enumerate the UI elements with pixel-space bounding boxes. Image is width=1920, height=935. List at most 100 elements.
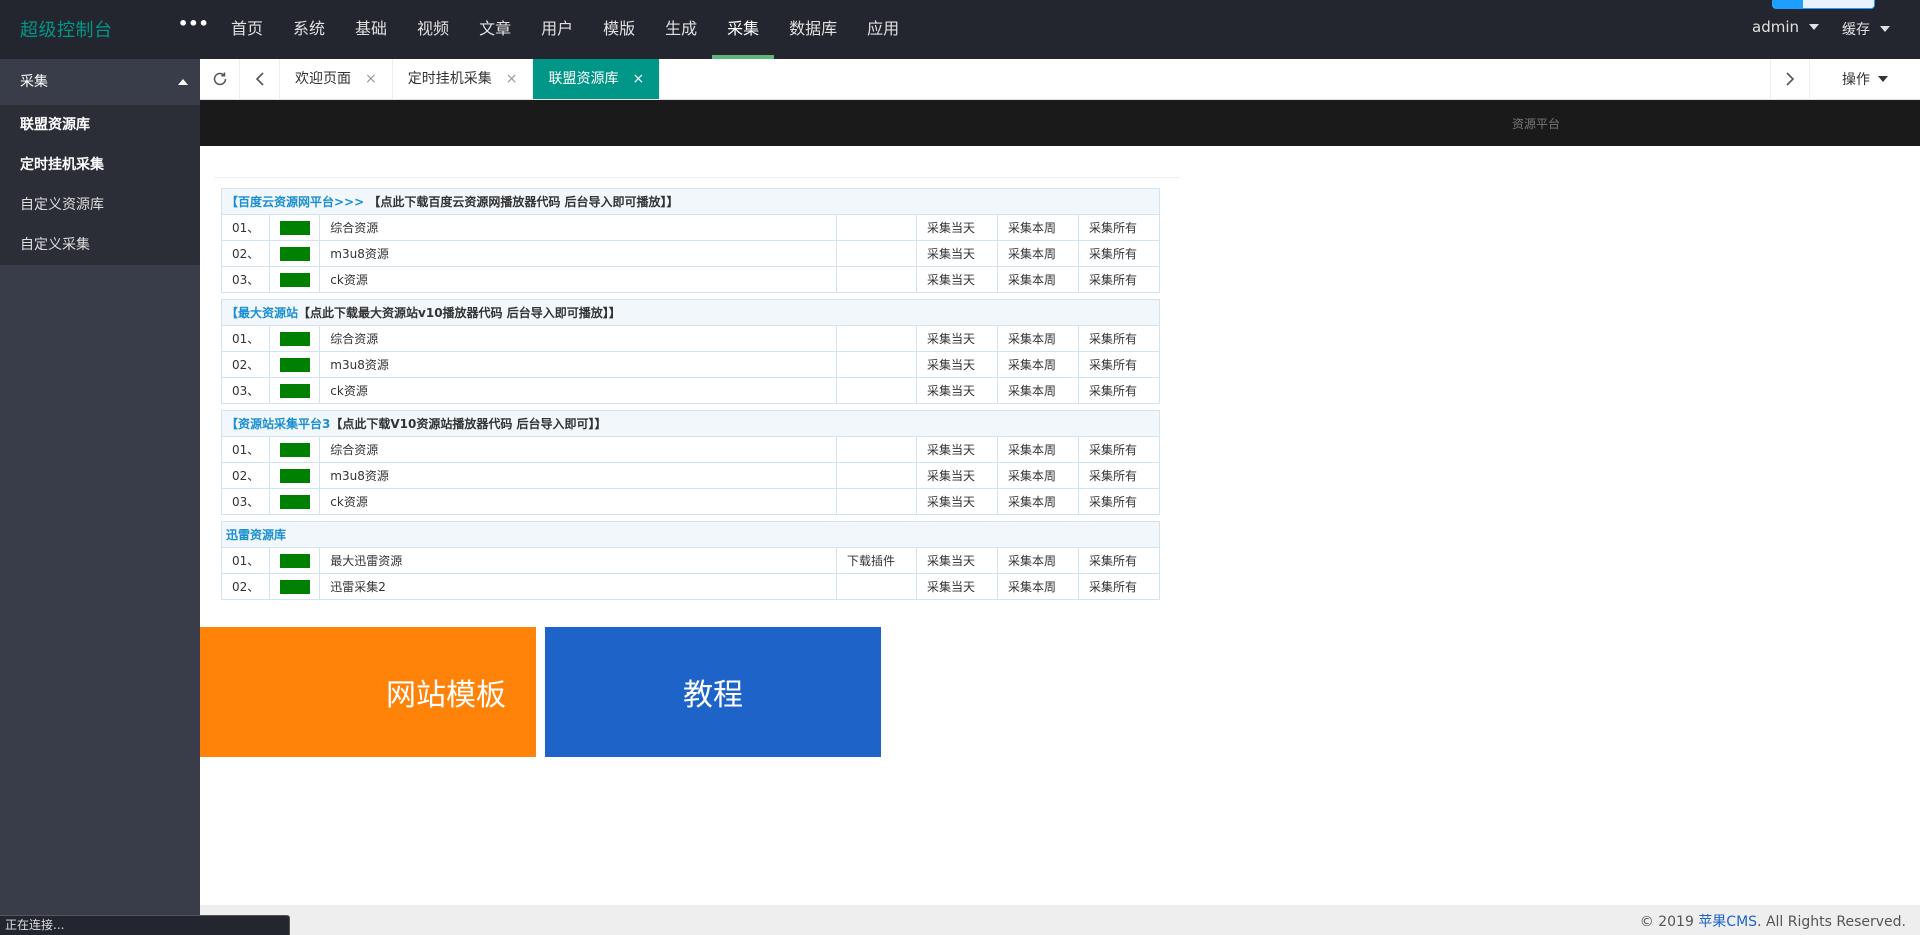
- collect-week-button[interactable]: 采集本周: [996, 436, 1079, 463]
- nav-item-6[interactable]: 模版: [588, 0, 650, 59]
- download-plugin-link[interactable]: [836, 573, 917, 600]
- nav-item-10[interactable]: 应用: [852, 0, 914, 59]
- resource-group-link[interactable]: 【百度云资源网平台>>>: [226, 195, 364, 209]
- nav-item-7[interactable]: 生成: [650, 0, 712, 59]
- sidebar-group-collect[interactable]: 采集: [0, 59, 200, 105]
- collect-week-button[interactable]: 采集本周: [996, 573, 1079, 600]
- collect-today-button[interactable]: 采集当天: [916, 573, 998, 600]
- nav-item-2[interactable]: 基础: [340, 0, 402, 59]
- user-name: admin: [1752, 18, 1799, 36]
- sidebar-item-timed-collect[interactable]: 定时挂机采集: [0, 145, 200, 185]
- download-plugin-link[interactable]: [836, 351, 917, 378]
- resource-platform-label: 资源平台: [1512, 117, 1561, 131]
- resource-name[interactable]: ck资源: [319, 266, 838, 293]
- promo-tutorial[interactable]: 教程: [545, 627, 881, 757]
- cache-menu[interactable]: 缓存: [1842, 19, 1890, 39]
- collect-all-button[interactable]: 采集所有: [1077, 547, 1161, 574]
- top-notice-badge[interactable]: [1772, 0, 1875, 9]
- nav-item-4[interactable]: 文章: [464, 0, 526, 59]
- nav-item-5[interactable]: 用户: [526, 0, 588, 59]
- collect-all-button[interactable]: 采集所有: [1077, 377, 1161, 404]
- collect-today-button[interactable]: 采集当天: [916, 266, 998, 293]
- sidebar-item-custom-collect[interactable]: 自定义采集: [0, 225, 200, 265]
- collect-week-button[interactable]: 采集本周: [996, 351, 1079, 378]
- download-plugin-link[interactable]: [836, 240, 917, 267]
- resource-name[interactable]: ck资源: [319, 488, 838, 515]
- collect-all-button[interactable]: 采集所有: [1077, 325, 1161, 352]
- nav-item-9[interactable]: 数据库: [774, 0, 852, 59]
- user-menu[interactable]: admin: [1752, 18, 1819, 36]
- collect-all-button[interactable]: 采集所有: [1077, 573, 1161, 600]
- resource-name[interactable]: ck资源: [319, 377, 838, 404]
- close-icon[interactable]: ×: [506, 59, 518, 99]
- resource-name[interactable]: m3u8资源: [319, 351, 838, 378]
- collect-today-button[interactable]: 采集当天: [916, 488, 998, 515]
- sidebar-item-union-resource[interactable]: 联盟资源库: [0, 105, 200, 145]
- collect-all-button[interactable]: 采集所有: [1077, 488, 1161, 515]
- resource-name[interactable]: 综合资源: [319, 325, 838, 352]
- download-plugin-link[interactable]: [836, 214, 917, 241]
- collect-all-button[interactable]: 采集所有: [1077, 462, 1161, 489]
- tab-welcome[interactable]: 欢迎页面 ×: [280, 59, 393, 99]
- collect-week-button[interactable]: 采集本周: [996, 214, 1079, 241]
- resource-name[interactable]: 最大迅雷资源: [319, 547, 838, 574]
- resource-name[interactable]: 迅雷采集2: [319, 573, 838, 600]
- close-icon[interactable]: ×: [365, 59, 377, 99]
- tab-operations-menu[interactable]: 操作: [1810, 59, 1920, 99]
- download-plugin-link[interactable]: [836, 462, 917, 489]
- collect-all-button[interactable]: 采集所有: [1077, 436, 1161, 463]
- download-plugin-link[interactable]: [836, 436, 917, 463]
- app-logo[interactable]: 超级控制台: [20, 16, 113, 42]
- nav-item-8[interactable]: 采集: [712, 0, 775, 59]
- nav-item-3[interactable]: 视频: [402, 0, 464, 59]
- nav-item-1[interactable]: 系统: [278, 0, 340, 59]
- collect-week-button[interactable]: 采集本周: [996, 240, 1079, 267]
- close-icon[interactable]: ×: [632, 59, 644, 99]
- resource-group-link[interactable]: 【资源站采集平台3: [226, 417, 330, 431]
- collect-all-button[interactable]: 采集所有: [1077, 266, 1161, 293]
- collect-all-button[interactable]: 采集所有: [1077, 351, 1161, 378]
- collect-today-button[interactable]: 采集当天: [916, 214, 998, 241]
- collect-week-button[interactable]: 采集本周: [996, 462, 1079, 489]
- sidebar-item-custom-resource[interactable]: 自定义资源库: [0, 185, 200, 225]
- tabs-next-button[interactable]: [1770, 59, 1810, 99]
- collect-today-button[interactable]: 采集当天: [916, 325, 998, 352]
- resource-name[interactable]: 综合资源: [319, 214, 838, 241]
- resource-name[interactable]: 综合资源: [319, 436, 838, 463]
- collect-today-button[interactable]: 采集当天: [916, 240, 998, 267]
- tabs-prev-button[interactable]: [240, 59, 280, 99]
- collect-week-button[interactable]: 采集本周: [996, 488, 1079, 515]
- download-plugin-link[interactable]: [836, 377, 917, 404]
- download-plugin-link[interactable]: [836, 266, 917, 293]
- collect-today-button[interactable]: 采集当天: [916, 462, 998, 489]
- collect-today-button[interactable]: 采集当天: [916, 547, 998, 574]
- resource-name[interactable]: m3u8资源: [319, 462, 838, 489]
- resource-group-link[interactable]: 【最大资源站: [226, 306, 298, 320]
- download-plugin-link[interactable]: [836, 325, 917, 352]
- collect-today-button[interactable]: 采集当天: [916, 351, 998, 378]
- download-plugin-link[interactable]: [836, 488, 917, 515]
- collect-all-button[interactable]: 采集所有: [1077, 214, 1161, 241]
- resource-group-download-link[interactable]: 【点此下载最大资源站v10播放器代码 后台导入即可播放】】: [298, 306, 621, 320]
- resource-group-header-cell: 【最大资源站【点此下载最大资源站v10播放器代码 后台导入即可播放】】: [221, 299, 1160, 326]
- collect-week-button[interactable]: 采集本周: [996, 377, 1079, 404]
- sidebar: 采集 联盟资源库 定时挂机采集 自定义资源库 自定义采集: [0, 59, 200, 935]
- collect-week-button[interactable]: 采集本周: [996, 266, 1079, 293]
- resource-name[interactable]: m3u8资源: [319, 240, 838, 267]
- tab-timed-collect[interactable]: 定时挂机采集 ×: [393, 59, 534, 99]
- promo-site-template[interactable]: 网站模板: [200, 627, 536, 757]
- resource-group-link[interactable]: 迅雷资源库: [226, 528, 286, 542]
- download-plugin-link[interactable]: 下载插件: [836, 547, 917, 574]
- tab-union-resource[interactable]: 联盟资源库 ×: [533, 59, 661, 99]
- refresh-button[interactable]: [200, 59, 240, 99]
- resource-group-download-link[interactable]: 【点此下载V10资源站播放器代码 后台导入即可】】: [330, 417, 606, 431]
- collect-week-button[interactable]: 采集本周: [996, 325, 1079, 352]
- maccms-link[interactable]: 苹果CMS: [1698, 914, 1757, 930]
- collect-today-button[interactable]: 采集当天: [916, 377, 998, 404]
- nav-item-0[interactable]: 首页: [216, 0, 278, 59]
- collect-today-button[interactable]: 采集当天: [916, 436, 998, 463]
- collect-all-button[interactable]: 采集所有: [1077, 240, 1161, 267]
- more-menu-button[interactable]: •••: [178, 14, 209, 38]
- resource-group-download-link[interactable]: 【点此下载百度云资源网播放器代码 后台导入即可播放】】: [364, 195, 678, 209]
- collect-week-button[interactable]: 采集本周: [996, 547, 1079, 574]
